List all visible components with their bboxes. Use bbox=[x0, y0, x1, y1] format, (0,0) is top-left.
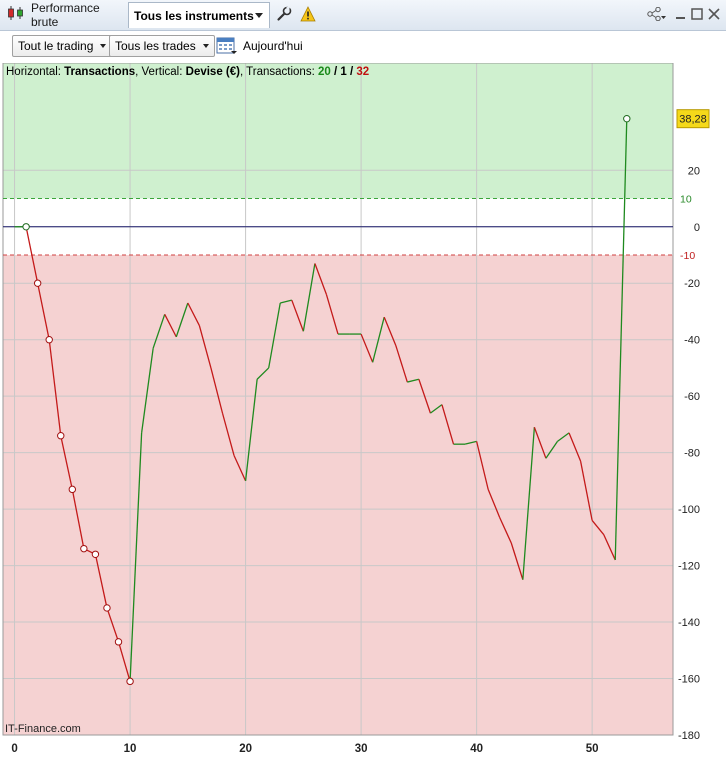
warning-icon[interactable] bbox=[300, 6, 316, 22]
data-point-marker bbox=[126, 677, 134, 686]
y-tick-label: 0 bbox=[694, 222, 700, 234]
lower-threshold-label: -10 bbox=[680, 250, 695, 262]
data-point-marker bbox=[623, 114, 631, 123]
transactions-label: , Transactions: bbox=[239, 66, 315, 78]
maximize-icon[interactable] bbox=[690, 7, 704, 21]
x-tick-label: 10 bbox=[124, 743, 137, 755]
candlestick-icon bbox=[6, 5, 26, 24]
x-tick-label: 0 bbox=[11, 743, 17, 755]
today-button[interactable]: Aujourd'hui bbox=[216, 35, 303, 57]
y-tick-label: -20 bbox=[684, 278, 700, 290]
close-icon[interactable] bbox=[707, 7, 721, 21]
tab-instruments[interactable]: Tous les instruments bbox=[128, 2, 270, 28]
y-tick-label: -120 bbox=[678, 561, 700, 573]
horizontal-value: Transactions bbox=[64, 66, 136, 78]
today-label: Aujourd'hui bbox=[243, 39, 303, 53]
y-tick-label: -180 bbox=[678, 730, 700, 742]
tab-performance-label: Performance brute bbox=[31, 0, 100, 29]
y-tick-label: -60 bbox=[684, 391, 700, 403]
y-tick-label: 20 bbox=[688, 165, 700, 177]
trades-filter-dropdown[interactable]: Tous les trades bbox=[109, 35, 215, 57]
data-point-marker bbox=[22, 223, 30, 231]
y-tick-label: -100 bbox=[678, 504, 700, 516]
toolbar: Tout le trading Tous les trades Aujourd'… bbox=[0, 31, 726, 63]
x-tick-label: 40 bbox=[470, 743, 483, 755]
calendar-icon bbox=[216, 35, 238, 58]
count-separator: / bbox=[346, 66, 357, 78]
data-point-marker bbox=[57, 432, 65, 440]
count-separator: / bbox=[330, 66, 341, 78]
data-point-marker bbox=[68, 485, 77, 494]
source-credit: IT-Finance.com bbox=[5, 723, 81, 735]
losing-count: 32 bbox=[356, 66, 370, 78]
last-value-label: 38,28 bbox=[679, 114, 707, 126]
loss-zone bbox=[3, 255, 673, 735]
profit-zone bbox=[3, 63, 673, 199]
data-point-marker bbox=[91, 550, 100, 558]
data-point-marker bbox=[114, 638, 123, 646]
y-tick-label: -40 bbox=[684, 335, 700, 347]
upper-threshold-label: 10 bbox=[680, 194, 692, 206]
chart-info-line: Horizontal: Transactions, Vertical: Devi… bbox=[6, 66, 369, 78]
data-point-marker bbox=[45, 336, 53, 344]
tab-performance[interactable]: Performance brute bbox=[4, 0, 126, 29]
y-tick-label: -80 bbox=[684, 448, 700, 460]
data-point-marker bbox=[80, 544, 88, 553]
equity-curve-chart: 200-20-40-60-80-100-120-140-160-18010-10… bbox=[2, 63, 710, 755]
chevron-down-icon bbox=[255, 13, 263, 18]
minimize-icon[interactable] bbox=[674, 7, 688, 21]
data-point-marker bbox=[103, 604, 111, 612]
horizontal-label: Horizontal: bbox=[6, 66, 61, 78]
x-tick-label: 50 bbox=[586, 743, 599, 755]
vertical-value: Devise (€) bbox=[185, 66, 240, 78]
trading-scope-dropdown[interactable]: Tout le trading bbox=[12, 35, 113, 57]
trading-scope-label: Tout le trading bbox=[18, 39, 94, 53]
x-tick-label: 20 bbox=[239, 743, 252, 755]
y-tick-label: -140 bbox=[678, 617, 700, 629]
x-tick-label: 30 bbox=[355, 743, 368, 755]
window-titlebar: Performance brute Tous les instruments bbox=[0, 0, 726, 31]
chevron-down-icon bbox=[202, 44, 209, 48]
chevron-down-icon bbox=[100, 44, 107, 48]
trades-filter-label: Tous les trades bbox=[115, 39, 196, 53]
data-point-marker bbox=[33, 279, 42, 287]
y-tick-label: -160 bbox=[678, 674, 700, 686]
share-icon[interactable] bbox=[647, 6, 667, 22]
winning-count: 20 bbox=[317, 66, 331, 78]
tab-instruments-label: Tous les instruments bbox=[134, 8, 254, 23]
vertical-label: , Vertical: bbox=[135, 66, 183, 78]
wrench-icon[interactable] bbox=[276, 6, 292, 22]
